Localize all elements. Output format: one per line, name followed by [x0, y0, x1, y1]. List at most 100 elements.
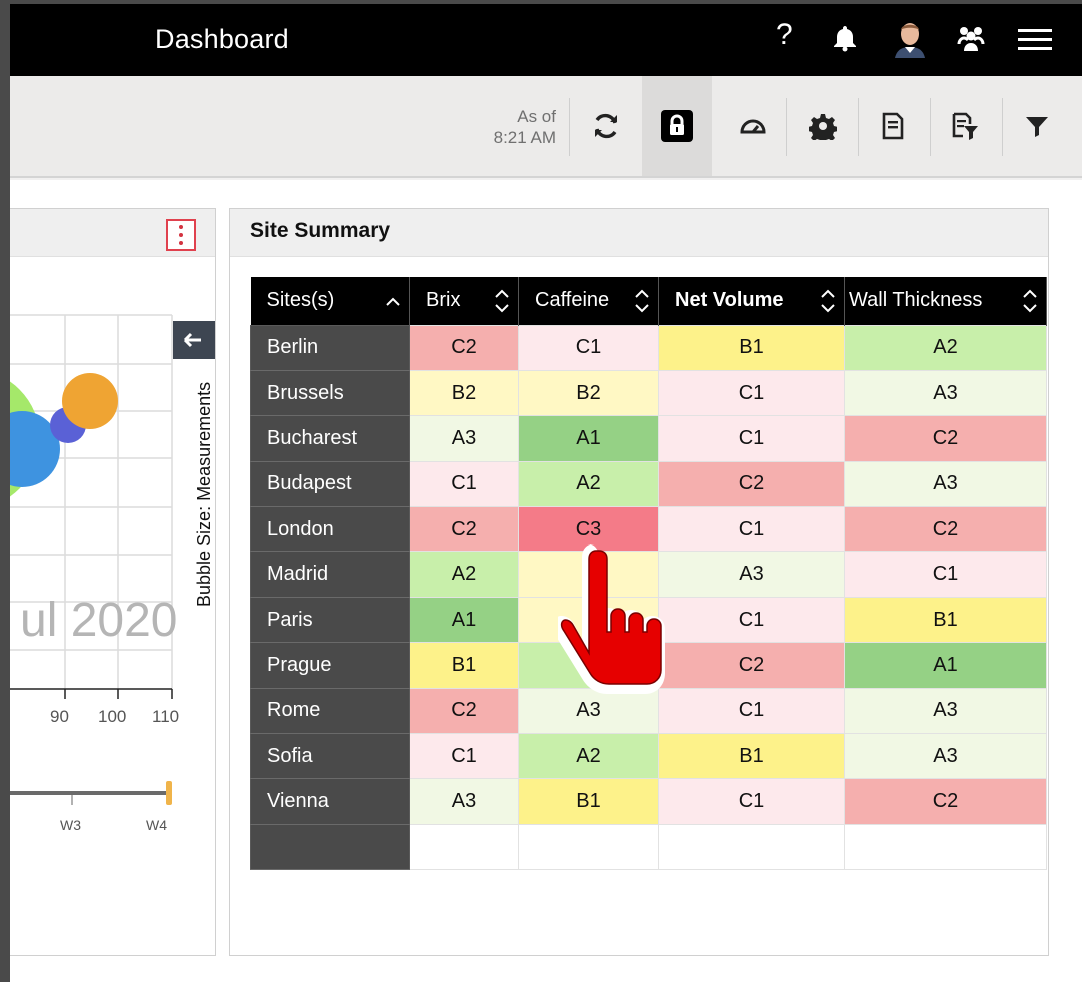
grade-cell[interactable]: B1: [658, 324, 845, 371]
date-watermark: ul 2020: [20, 594, 178, 647]
column-header-wall-thickness[interactable]: Wall Thickness: [844, 277, 1047, 325]
site-name-cell[interactable]: Rome: [250, 687, 410, 735]
top-bar: Dashboard ?: [10, 4, 1082, 76]
sort-icon: [821, 289, 835, 313]
lock-button[interactable]: [642, 76, 712, 176]
grade-cell[interactable]: C2: [844, 778, 1047, 825]
table-row[interactable]: Sofia C1 A2 B1 A3: [250, 733, 1047, 780]
more-options-button[interactable]: [166, 219, 196, 251]
grade-cell[interactable]: A2: [518, 460, 659, 508]
bell-icon[interactable]: [832, 24, 858, 57]
timeline-tick: W4: [146, 817, 167, 833]
grade-cell[interactable]: C1: [409, 733, 519, 780]
grade-cell[interactable]: A3: [409, 778, 519, 825]
table-row[interactable]: Vienna A3 B1 C1 C2: [250, 778, 1047, 825]
grade-cell[interactable]: C2: [844, 415, 1047, 462]
grade-cell[interactable]: C1: [658, 687, 845, 735]
help-button[interactable]: ?: [776, 18, 793, 52]
grade-cell[interactable]: A3: [658, 551, 845, 598]
grade-cell[interactable]: C1: [658, 778, 845, 825]
filter-button[interactable]: [1006, 76, 1068, 176]
empty-cell: [250, 823, 410, 871]
empty-cell: [409, 823, 519, 871]
column-header-brix[interactable]: Brix: [409, 277, 519, 325]
grade-cell[interactable]: C2: [844, 506, 1047, 553]
timeline-tick: W3: [60, 817, 81, 833]
divider: [1002, 98, 1003, 156]
column-header-net-volume[interactable]: Net Volume: [658, 277, 845, 325]
column-header-sites[interactable]: Sites(s): [250, 277, 410, 325]
as-of-timestamp: As of 8:21 AM: [472, 106, 556, 148]
table-row[interactable]: Brussels B2 B2 C1 A3: [250, 369, 1047, 417]
site-name-cell[interactable]: Paris: [250, 596, 410, 644]
grade-cell[interactable]: C2: [409, 687, 519, 735]
column-header-caffeine[interactable]: Caffeine: [518, 277, 659, 325]
menu-icon[interactable]: [1018, 28, 1052, 57]
site-name-cell[interactable]: Prague: [250, 642, 410, 689]
grade-cell[interactable]: A3: [844, 369, 1047, 417]
grade-cell[interactable]: B1: [518, 778, 659, 825]
site-name-cell[interactable]: Budapest: [250, 460, 410, 508]
grade-cell[interactable]: A3: [844, 687, 1047, 735]
table-row[interactable]: Budapest C1 A2 C2 A3: [250, 460, 1047, 508]
refresh-button[interactable]: [575, 76, 637, 176]
grade-cell[interactable]: A2: [409, 551, 519, 598]
grade-cell[interactable]: C1: [658, 415, 845, 462]
grade-cell[interactable]: A2: [844, 324, 1047, 371]
grade-cell[interactable]: B1: [658, 733, 845, 780]
site-name-cell[interactable]: Bucharest: [250, 415, 410, 462]
grade-cell[interactable]: A1: [518, 415, 659, 462]
column-header-label: Sites(s): [266, 289, 335, 312]
grade-cell[interactable]: C1: [658, 596, 845, 644]
x-tick: 90: [50, 707, 69, 726]
grade-cell[interactable]: A1: [844, 642, 1047, 689]
gear-icon: [809, 114, 837, 140]
user-avatar[interactable]: [892, 18, 928, 63]
site-name-cell[interactable]: Brussels: [250, 369, 410, 417]
sort-icon: [495, 289, 509, 313]
grade-cell[interactable]: C2: [658, 642, 845, 689]
filter-icon: [1026, 117, 1048, 137]
grade-cell[interactable]: B2: [409, 369, 519, 417]
grade-cell[interactable]: A2: [518, 733, 659, 780]
filter-report-button[interactable]: [934, 76, 996, 176]
grade-cell[interactable]: B2: [518, 369, 659, 417]
column-header-label: Caffeine: [535, 289, 610, 312]
grade-cell[interactable]: A3: [844, 733, 1047, 780]
grade-cell[interactable]: A3: [844, 460, 1047, 508]
table-row[interactable]: Berlin C2 C1 B1 A2: [250, 324, 1047, 371]
sort-icon: [1023, 289, 1037, 313]
divider: [930, 98, 931, 156]
grade-cell[interactable]: B1: [409, 642, 519, 689]
report-button[interactable]: [862, 76, 924, 176]
lock-icon: [661, 110, 693, 142]
grade-cell[interactable]: C2: [409, 506, 519, 553]
grade-cell[interactable]: C1: [409, 460, 519, 508]
site-name-cell[interactable]: Madrid: [250, 551, 410, 598]
grade-cell[interactable]: C1: [518, 324, 659, 371]
grade-cell[interactable]: C1: [658, 369, 845, 417]
settings-button[interactable]: [792, 76, 854, 176]
grade-cell[interactable]: C2: [409, 324, 519, 371]
grade-cell[interactable]: C1: [844, 551, 1047, 598]
refresh-icon: [595, 113, 617, 139]
empty-cell: [658, 823, 845, 871]
site-name-cell[interactable]: London: [250, 506, 410, 553]
grade-cell[interactable]: C2: [658, 460, 845, 508]
document-icon: [882, 112, 904, 140]
gauge-button[interactable]: [722, 76, 784, 176]
empty-row: [250, 823, 1047, 871]
pointer-hand-icon: [558, 544, 665, 694]
grade-cell[interactable]: B1: [844, 596, 1047, 644]
site-name-cell[interactable]: Berlin: [250, 324, 410, 371]
empty-cell: [518, 823, 659, 871]
divider: [786, 98, 787, 156]
site-name-cell[interactable]: Vienna: [250, 778, 410, 825]
table-row[interactable]: Bucharest A3 A1 C1 C2: [250, 415, 1047, 462]
team-icon[interactable]: [956, 24, 986, 57]
grade-cell[interactable]: C1: [658, 506, 845, 553]
grade-cell[interactable]: A3: [409, 415, 519, 462]
site-name-cell[interactable]: Sofia: [250, 733, 410, 780]
grade-cell[interactable]: A1: [409, 596, 519, 644]
panel-header: [10, 209, 215, 257]
